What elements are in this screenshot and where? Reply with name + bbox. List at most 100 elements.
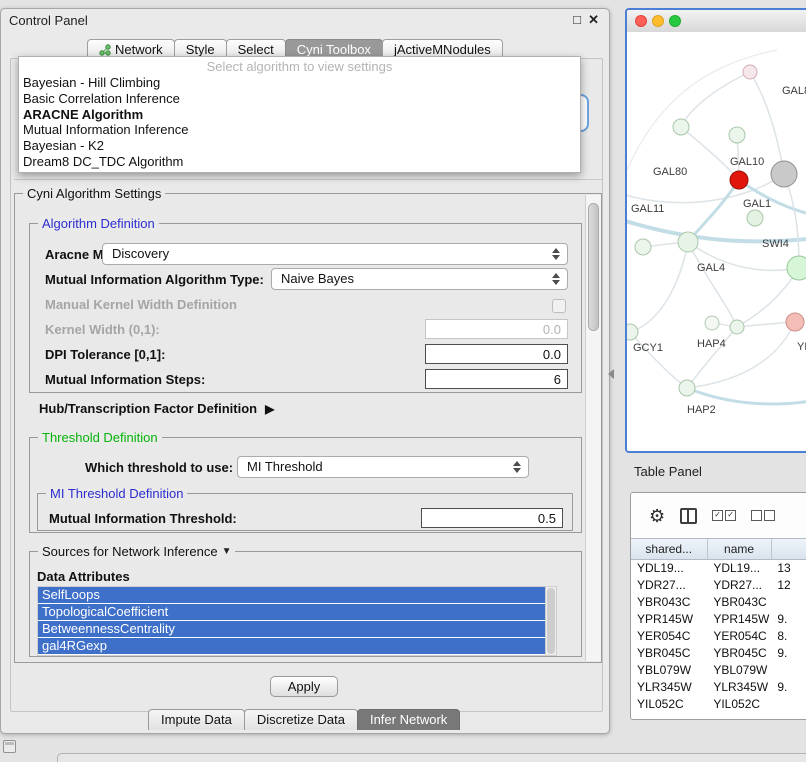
network-node[interactable] [705, 316, 719, 330]
tab-infer-network-label: Infer Network [370, 712, 447, 727]
table-cell: YDR27... [631, 577, 707, 594]
network-edge [630, 332, 687, 388]
algorithm-option[interactable]: Dream8 DC_TDC Algorithm [19, 154, 580, 170]
apply-button[interactable]: Apply [270, 676, 338, 697]
network-node[interactable] [679, 380, 695, 396]
minimize-button[interactable] [652, 15, 664, 27]
algorithm-option[interactable]: Bayesian - K2 [19, 138, 580, 154]
manual-kernel-width-checkbox[interactable] [552, 299, 566, 313]
settings-scrollbar-thumb[interactable] [588, 203, 599, 331]
dpi-tolerance-field[interactable]: 0.0 [425, 344, 568, 364]
network-node[interactable] [635, 239, 651, 255]
algorithm-option-placeholder[interactable]: Select algorithm to view settings [19, 59, 580, 75]
network-edge [688, 242, 737, 327]
network-node[interactable] [673, 119, 689, 135]
column-header-name[interactable]: name [708, 539, 772, 559]
network-node[interactable] [747, 210, 763, 226]
cyni-algorithm-settings-title: Cyni Algorithm Settings [23, 186, 165, 201]
settings-scrollbar[interactable] [585, 195, 601, 661]
table-cell: YIL052C [707, 696, 771, 713]
table-row[interactable]: YBR043CYBR043C [631, 594, 806, 611]
algorithm-option[interactable]: Mutual Information Inference [19, 122, 580, 138]
aracne-mode-value: Discovery [112, 246, 169, 261]
mi-algorithm-type-combo[interactable]: Naive Bayes [271, 268, 568, 290]
table-cell: 13 [771, 560, 806, 577]
network-node[interactable] [627, 324, 638, 340]
table-row[interactable]: YIL052CYIL052C [631, 696, 806, 713]
attr-list-scrollbar-thumb[interactable] [547, 588, 555, 654]
table-row[interactable]: YDR27...YDR27...12 [631, 577, 806, 594]
sources-title[interactable]: Sources for Network Inference ▼ [38, 544, 235, 559]
panel-collapse-arrow[interactable] [608, 369, 614, 379]
table-row[interactable]: YLR345WYLR345W9. [631, 679, 806, 696]
table-row[interactable]: YBR045CYBR045C9. [631, 645, 806, 662]
network-node[interactable] [678, 232, 698, 252]
attribute-item[interactable]: gal4RGexp [38, 638, 545, 654]
network-node[interactable] [729, 127, 745, 143]
network-edge [687, 388, 806, 404]
mi-steps-field[interactable]: 6 [425, 369, 568, 389]
collapsed-panel-icon[interactable] [3, 740, 16, 753]
table-cell: YDL19... [707, 560, 771, 577]
manual-kernel-width-label: Manual Kernel Width Definition [45, 297, 237, 312]
columns-icon[interactable] [680, 508, 697, 524]
table-cell: YIL052C [631, 696, 707, 713]
hub-tf-definition-toggle[interactable]: Hub/Transcription Factor Definition ▶ [39, 401, 274, 416]
attr-list[interactable]: SelfLoopsTopologicalCoefficientBetweenne… [37, 586, 557, 656]
tab-infer-network[interactable]: Infer Network [357, 709, 460, 730]
network-canvas[interactable]: GAL80GAL10GAL11GAL1SWI4GAL4GCY1HAP4HAP2G… [627, 32, 806, 451]
close-button[interactable] [635, 15, 647, 27]
table-cell [771, 696, 806, 713]
algorithm-option[interactable]: ARACNE Algorithm [19, 107, 580, 123]
attr-list-scrollbar[interactable] [545, 587, 556, 655]
table-row[interactable]: YER054CYER054C8. [631, 628, 806, 645]
which-threshold-value: MI Threshold [247, 459, 323, 474]
select-all-icon[interactable]: ✓✓ [712, 510, 736, 521]
column-header-extra[interactable] [772, 539, 806, 559]
attribute-item[interactable]: BetweennessCentrality [38, 621, 545, 637]
table-cell: YBL079W [631, 662, 707, 679]
network-tab-icon [99, 44, 111, 56]
tab-impute-data[interactable]: Impute Data [148, 709, 245, 730]
which-threshold-combo[interactable]: MI Threshold [237, 456, 529, 478]
algorithm-option[interactable]: Basic Correlation Inference [19, 91, 580, 107]
network-edge [784, 174, 799, 268]
network-node[interactable] [730, 171, 748, 189]
kernel-width-field[interactable]: 0.0 [425, 319, 568, 339]
aracne-mode-combo[interactable]: Discovery [102, 243, 568, 265]
node-label: GCY1 [633, 342, 663, 354]
expand-right-icon: ▶ [265, 402, 274, 416]
close-window-button[interactable]: ✕ [588, 12, 599, 28]
tab-discretize-data[interactable]: Discretize Data [244, 709, 358, 730]
network-node[interactable] [771, 161, 797, 187]
network-node[interactable] [743, 65, 757, 79]
table-cell: YBR045C [707, 645, 771, 662]
column-header-shared[interactable]: shared... [631, 539, 708, 559]
network-node[interactable] [787, 256, 806, 280]
deselect-all-icon[interactable] [751, 510, 775, 521]
table-row[interactable]: YBL079WYBL079W [631, 662, 806, 679]
network-node[interactable] [786, 313, 804, 331]
tab-discretize-data-label: Discretize Data [257, 712, 345, 727]
bottom-panel-edge [57, 753, 806, 762]
algorithm-option[interactable]: Bayesian - Hill Climbing [19, 75, 580, 91]
float-window-button[interactable]: □ [573, 12, 581, 27]
mi-threshold-definition-title: MI Threshold Definition [46, 486, 187, 501]
zoom-button[interactable] [669, 15, 681, 27]
gear-icon[interactable]: ⚙ [649, 507, 665, 525]
screen: Control Panel □ ✕ Network Style Select [0, 0, 806, 762]
network-node[interactable] [730, 320, 744, 334]
attribute-item[interactable]: SelfLoops [38, 587, 545, 603]
node-label: GAL1 [743, 198, 771, 210]
collapse-down-icon: ▼ [222, 546, 232, 557]
table-cell: YPR145W [631, 611, 707, 628]
node-label: GAL10 [730, 156, 764, 168]
network-view-window: GAL80GAL10GAL11GAL1SWI4GAL4GCY1HAP4HAP2G… [625, 8, 806, 453]
table-cell: YPR145W [707, 611, 771, 628]
table-row[interactable]: YDL19...YDL19...13 [631, 560, 806, 577]
table-row[interactable]: YPR145WYPR145W9. [631, 611, 806, 628]
mi-threshold-field[interactable]: 0.5 [421, 508, 563, 528]
which-threshold-label: Which threshold to use: [85, 460, 233, 475]
control-panel-window: Control Panel □ ✕ Network Style Select [0, 8, 610, 734]
attribute-item[interactable]: TopologicalCoefficient [38, 604, 545, 620]
